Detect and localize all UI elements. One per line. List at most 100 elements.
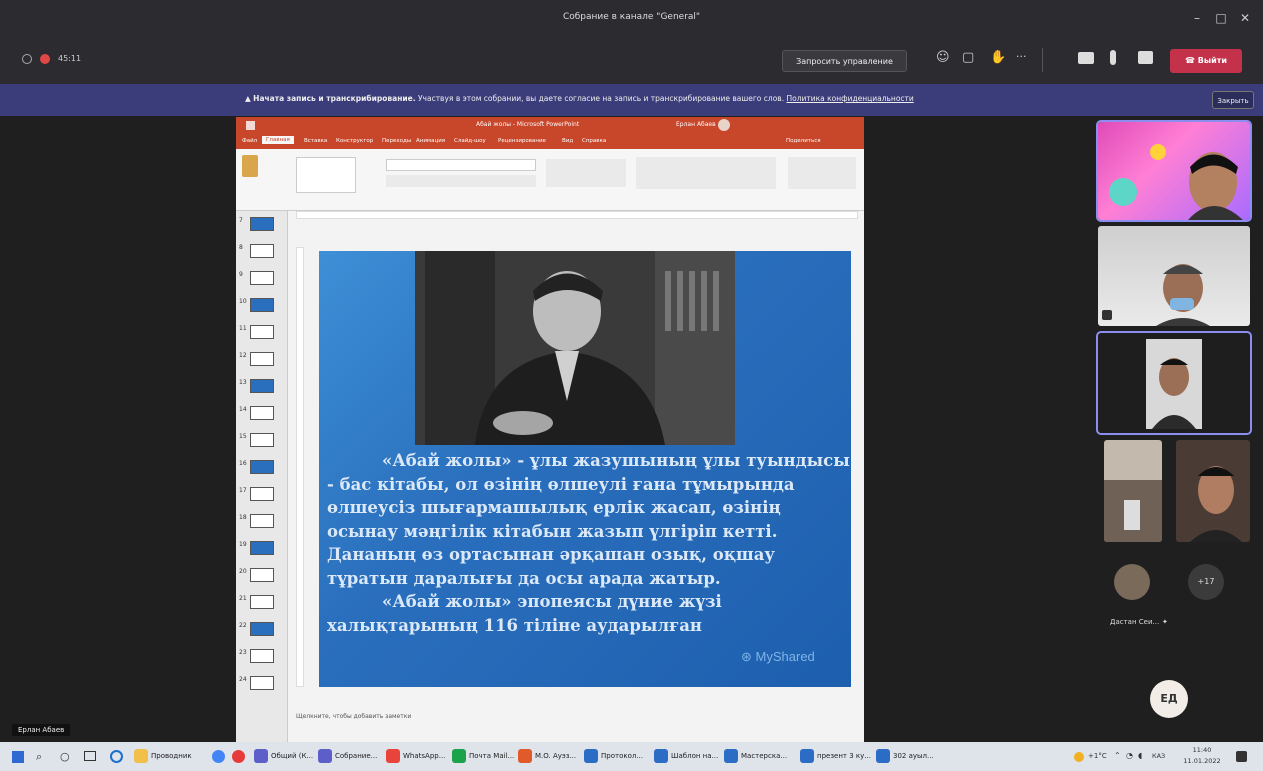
tab-share[interactable]: Поделиться <box>786 138 821 144</box>
toolbar-divider <box>1042 48 1043 72</box>
taskbar-item-whatsapp[interactable]: WhatsApp... <box>386 749 445 765</box>
avatar[interactable] <box>718 119 730 131</box>
banner-bold: Начата запись и транскрибирование. <box>253 94 416 103</box>
tab-view[interactable]: Вид <box>562 138 573 144</box>
tab-animations[interactable]: Анимация <box>416 138 445 144</box>
slide-thumbnail[interactable] <box>250 514 274 528</box>
taskbar-item-auezov[interactable]: M.O. Ауэз... <box>518 749 576 765</box>
taskbar-item-teams-general[interactable]: Общий (К... <box>254 749 313 765</box>
paste-icon[interactable] <box>242 155 258 177</box>
watermark-text: MyShared <box>755 649 815 664</box>
volume-icon[interactable]: ◖ <box>1138 751 1142 760</box>
tab-slideshow[interactable]: Слайд-шоу <box>454 138 486 144</box>
slide-thumbnail[interactable] <box>250 352 274 366</box>
slide-thumbnail[interactable] <box>250 271 274 285</box>
privacy-link[interactable]: Политика конфиденциальности <box>786 94 913 103</box>
slide-thumbnail[interactable] <box>250 406 274 420</box>
save-icon[interactable] <box>246 121 255 130</box>
slide-thumb-number: 20 <box>239 568 247 575</box>
taskbar-item-protocol[interactable]: Протокол... <box>584 749 643 765</box>
slide-thumbnail[interactable] <box>250 244 274 258</box>
windows-start-icon[interactable] <box>12 751 24 763</box>
word-icon <box>724 749 738 763</box>
participant-avatar-photo[interactable] <box>1114 564 1150 600</box>
presenter-name-label: Ерлан Абаев <box>12 724 71 736</box>
taskbar-item-mail[interactable]: Почта Mail... <box>452 749 514 765</box>
participant-tile-5[interactable] <box>1176 440 1250 542</box>
slide-thumbnail[interactable] <box>250 541 274 555</box>
slide-thumbnail[interactable] <box>250 649 274 663</box>
language-indicator[interactable]: КАЗ <box>1152 752 1165 760</box>
tab-insert[interactable]: Вставка <box>304 138 327 144</box>
powerpoint-window: Абай жолы - Microsoft PowerPoint Ерлан А… <box>236 117 864 742</box>
taskbar-item-present[interactable]: презент 3 ку... <box>800 749 871 765</box>
recording-banner: ▲ Начата запись и транскрибирование. Уча… <box>0 84 1263 116</box>
tab-file[interactable]: Файл <box>242 138 257 144</box>
slide-thumbnail[interactable] <box>250 433 274 447</box>
network-icon[interactable]: ◔ <box>1126 751 1133 760</box>
slide-thumbnail[interactable] <box>250 595 274 609</box>
tab-help[interactable]: Справка <box>582 138 606 144</box>
slide-thumbnail[interactable] <box>250 568 274 582</box>
minimize-button[interactable]: – <box>1186 8 1208 28</box>
banner-close-button[interactable]: Закрыть <box>1212 91 1254 109</box>
tab-design[interactable]: Конструктор <box>336 138 373 144</box>
whatsapp-icon <box>386 749 400 763</box>
slide-thumbnail[interactable] <box>250 217 274 231</box>
mic-status-icon <box>1102 310 1112 320</box>
camera-icon[interactable] <box>1078 52 1094 64</box>
self-avatar[interactable]: ЕД <box>1150 680 1188 718</box>
notifications-icon[interactable] <box>1236 751 1247 762</box>
participant-tile-1[interactable] <box>1096 120 1252 222</box>
chat-icon[interactable]: ▢ <box>962 50 976 68</box>
request-control-button[interactable]: Запросить управление <box>782 50 907 72</box>
window-title: Собрание в канале "General" <box>562 12 701 22</box>
notes-pane[interactable]: Щелкните, чтобы добавить заметки <box>296 713 856 723</box>
participant-video-1 <box>1109 144 1243 220</box>
clock-date[interactable]: 11.01.2022 <box>1180 757 1224 765</box>
close-button[interactable]: ✕ <box>1234 8 1256 28</box>
slide-thumbnail[interactable] <box>250 622 274 636</box>
more-participants-button[interactable]: +17 <box>1188 564 1224 600</box>
tab-transitions[interactable]: Переходы <box>382 138 411 144</box>
shield-icon <box>22 54 32 64</box>
reactions-icon[interactable]: ✋ <box>990 50 1006 68</box>
slide-thumb-number: 8 <box>239 244 243 251</box>
taskbar-item-teams-meeting[interactable]: Собрание... <box>318 749 377 765</box>
opera-icon[interactable] <box>232 750 245 763</box>
taskbar-item-explorer[interactable]: Проводник <box>134 749 192 765</box>
maximize-button[interactable]: □ <box>1210 8 1232 28</box>
temperature: +1°C <box>1088 752 1107 760</box>
search-icon[interactable]: ⌕ <box>36 750 42 764</box>
microphone-icon[interactable] <box>1110 50 1116 65</box>
slide-thumbnail[interactable] <box>250 379 274 393</box>
slide-thumbnail[interactable] <box>250 460 274 474</box>
taskbar-item-workshop[interactable]: Мастерска... <box>724 749 787 765</box>
leave-button[interactable]: ☎ Выйти <box>1170 49 1242 73</box>
participant-tile-4[interactable] <box>1104 440 1162 542</box>
tab-home[interactable]: Главная <box>262 136 294 144</box>
people-icon[interactable]: ☺ <box>936 50 950 68</box>
more-button[interactable]: ··· <box>1016 50 1027 63</box>
slide-thumbnail[interactable] <box>250 487 274 501</box>
tray-chevron-icon[interactable]: ⌃ <box>1114 751 1121 760</box>
task-view-icon[interactable] <box>84 751 96 761</box>
taskbar-item-template[interactable]: Шаблон на... <box>654 749 718 765</box>
tab-review[interactable]: Рецензирование <box>498 138 546 144</box>
font-select[interactable] <box>386 159 536 171</box>
browser-icon[interactable] <box>110 750 123 763</box>
slide-thumb-number: 23 <box>239 649 247 656</box>
slide-thumbnail[interactable] <box>250 325 274 339</box>
chrome-icon[interactable] <box>212 750 225 763</box>
clock-time[interactable]: 11:40 <box>1180 746 1224 754</box>
current-slide[interactable]: «Абай жолы» - ұлы жазушының ұлы туындысы… <box>319 251 851 687</box>
slide-thumbnail[interactable] <box>250 676 274 690</box>
share-screen-icon[interactable] <box>1138 51 1153 64</box>
participant-tile-2[interactable] <box>1098 226 1250 326</box>
ppt-title-bar: Абай жолы - Microsoft PowerPoint Ерлан А… <box>236 117 864 135</box>
participant-tile-3[interactable] <box>1096 331 1252 435</box>
taskbar-item-302[interactable]: 302 ауыл... <box>876 749 934 765</box>
weather-icon[interactable] <box>1074 752 1084 762</box>
cortana-icon[interactable]: ○ <box>60 750 70 763</box>
slide-thumbnail[interactable] <box>250 298 274 312</box>
